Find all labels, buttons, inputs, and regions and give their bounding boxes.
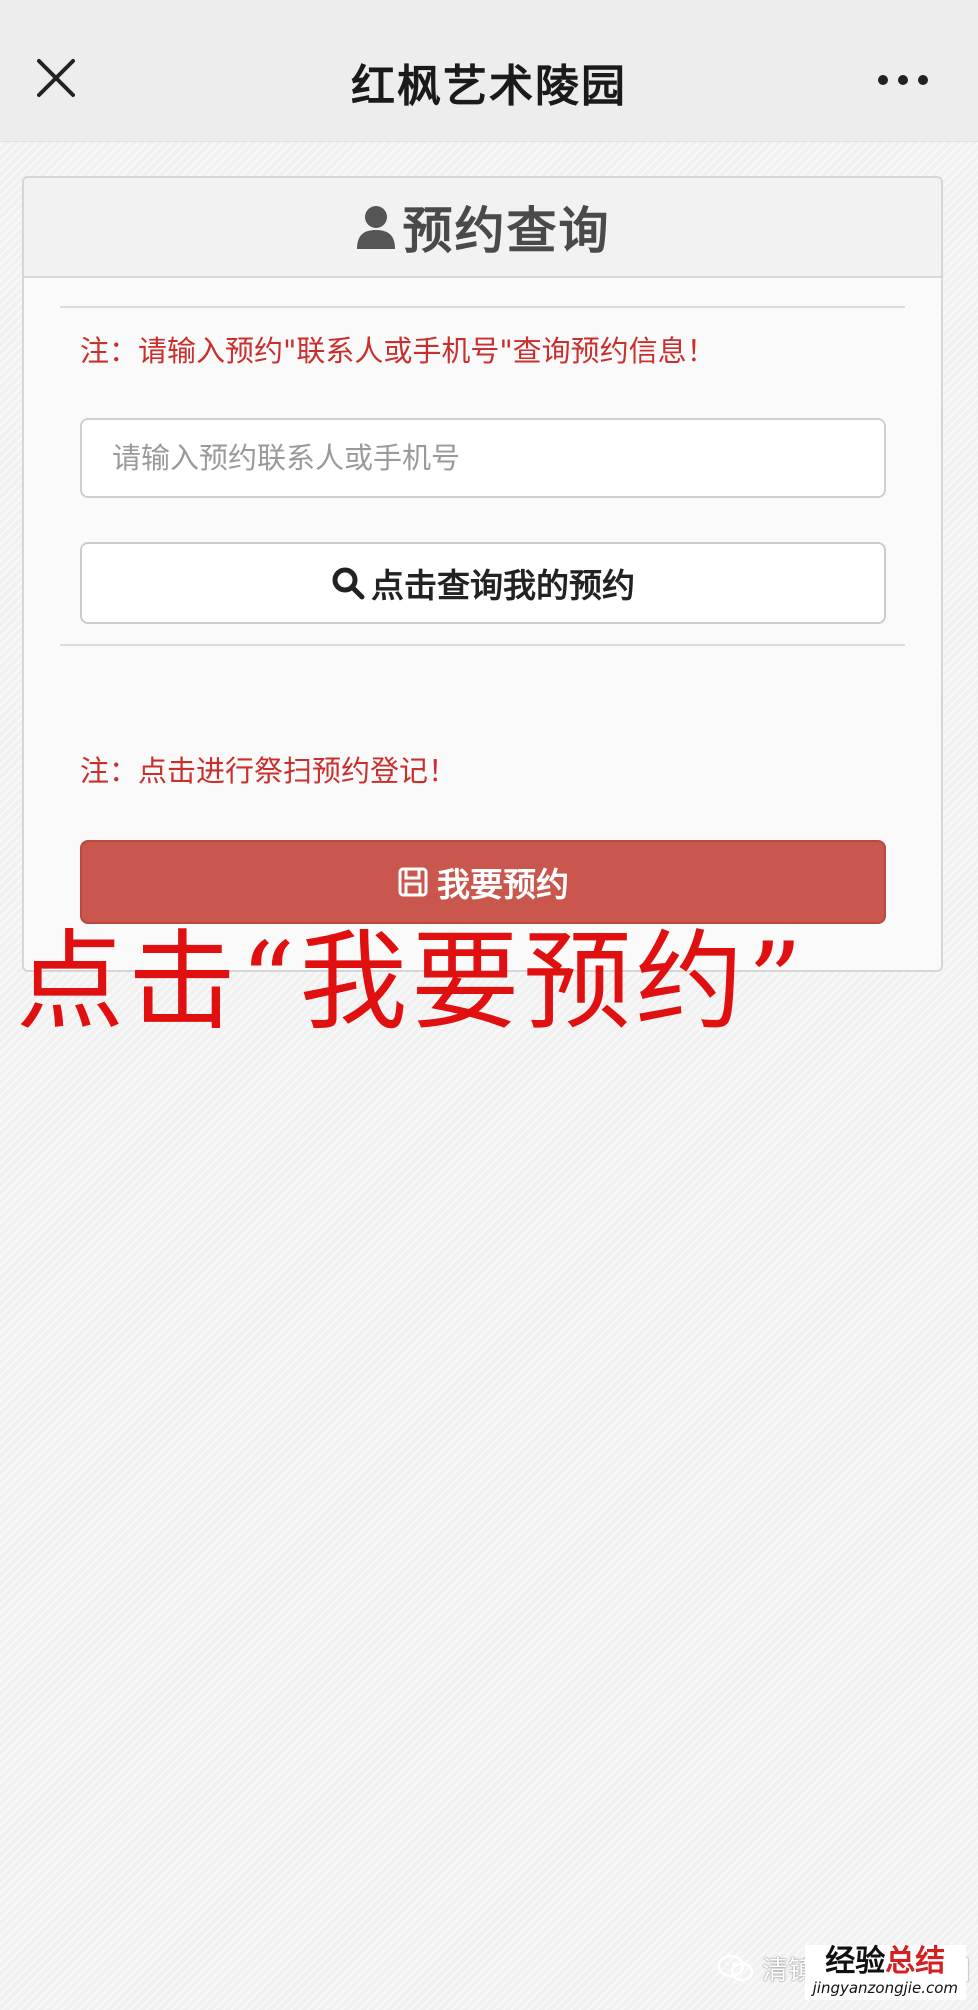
query-reservation-button[interactable]: 点击查询我的预约 xyxy=(80,542,886,624)
instruction-annotation: 点击“我要预约” xyxy=(16,920,807,1045)
more-options-button[interactable] xyxy=(868,58,938,102)
site-badge: 经验总结 jingyanzongjie.com xyxy=(804,1945,966,2000)
search-input[interactable] xyxy=(80,418,886,498)
close-button[interactable] xyxy=(26,48,86,108)
user-icon xyxy=(356,206,395,249)
more-dot xyxy=(918,75,928,85)
reserve-button-label: 我要预约 xyxy=(437,865,569,904)
reserve-button[interactable]: 我要预约 xyxy=(80,840,886,924)
page-title: 红枫艺术陵园 xyxy=(351,61,627,112)
site-badge-name-prefix: 经验 xyxy=(825,1944,886,1979)
site-badge-name: 经验总结 xyxy=(813,1947,958,1977)
reserve-note: 注：点击进行祭扫预约登记！ xyxy=(80,754,458,788)
query-note: 注：请输入预约"联系人或手机号"查询预约信息！ xyxy=(80,334,716,368)
query-button-label: 点击查询我的预约 xyxy=(371,566,635,605)
divider xyxy=(60,306,905,308)
divider xyxy=(60,644,905,646)
close-icon xyxy=(37,59,75,97)
more-dots-icon xyxy=(878,75,888,85)
search-icon xyxy=(332,567,365,600)
save-icon xyxy=(398,867,428,897)
site-badge-name-suffix: 总结 xyxy=(885,1944,946,1979)
more-dot xyxy=(898,75,908,85)
wechat-icon xyxy=(718,1954,754,1981)
panel-title: 预约查询 xyxy=(402,202,611,260)
site-badge-url: jingyanzongjie.com xyxy=(812,1979,958,1997)
panel-header: 预约查询 xyxy=(24,178,941,278)
title-bar: 红枫艺术陵园 xyxy=(0,0,978,142)
reservation-panel: 预约查询 注：请输入预约"联系人或手机号"查询预约信息！ 点击查询我的预约 注：… xyxy=(22,176,943,972)
